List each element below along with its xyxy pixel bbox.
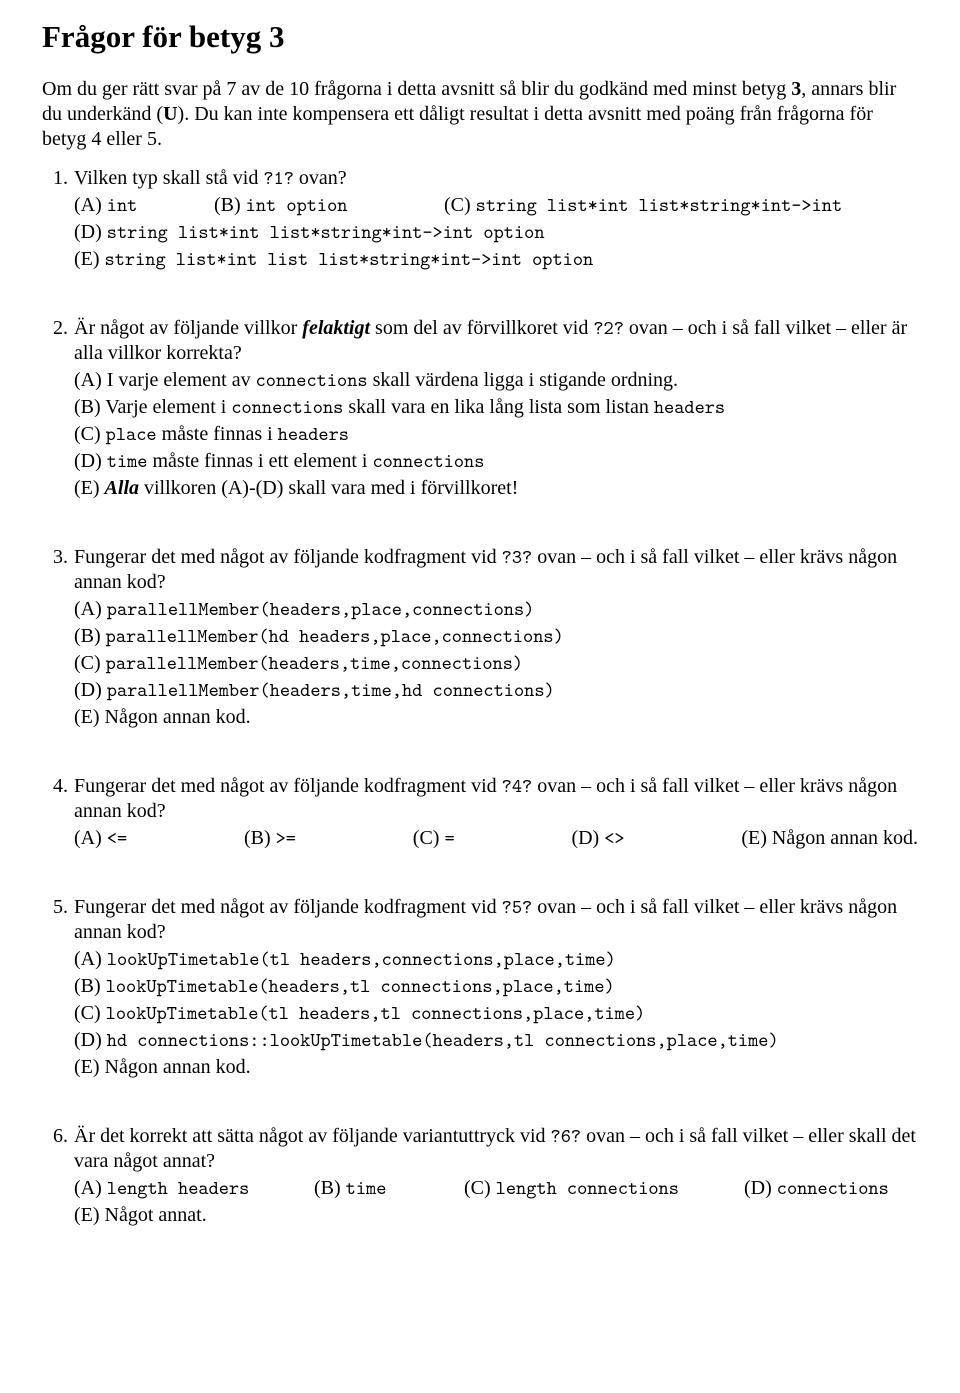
q4-opt-d-code: <> [604,825,624,851]
q2-opt-d-code2: connections [372,448,484,474]
q1-placeholder: ?1? [263,165,294,191]
q1-opt-b-code: int option [246,192,348,218]
q6-opt-c-code: length connections [496,1175,679,1201]
q5-opt-c-label: (C) [74,1002,106,1024]
q3-opt-c-label: (C) [74,652,106,674]
q2-opt-c: måste finnas i [157,423,278,445]
q2-opt-b: (B) Varje element i [74,396,231,418]
q2-emph: felaktigt [302,317,370,339]
q2-text: Är något av följande villkor [74,317,302,339]
q3-opt-c-code: parallellMember(headers,time,connections… [106,650,523,676]
q1-opt-d-code: string list*int list*string*int->int opt… [107,219,545,245]
q6-opt-a-label: (A) [74,1177,107,1199]
q6-opt-e: (E) Något annat. [74,1203,918,1228]
q3-opt-b-label: (B) [74,625,106,647]
question-4: 4. Fungerar det med något av följande ko… [42,774,918,851]
q5-opt-d-label: (D) [74,1029,107,1051]
qnum: 5. [42,895,74,920]
q3-opt-e: (E) Någon annan kod. [74,705,918,730]
qnum: 1. [42,166,74,191]
intro-bold-3: 3 [791,78,801,100]
q6-opt-c-label: (C) [464,1177,496,1199]
q3-opt-d-label: (D) [74,679,107,701]
intro-text: Om du ger rätt svar på 7 av de 10 frågor… [42,78,791,100]
q6-opt-a-code: length headers [107,1175,250,1201]
q2-opt-d: (D) [74,450,107,472]
question-1: 1. Vilken typ skall stå vid ?1? ovan? (A… [42,166,918,272]
q3-opt-a-code: parallellMember(headers,place,connection… [107,596,535,622]
intro-bold-u: U [163,103,177,125]
q4-opt-c-code: = [444,825,454,851]
q2-opt-c: (C) [74,423,106,445]
q2-opt-b: skall vara en lika lång lista som listan [343,396,654,418]
q2-opt-e: (E) [74,477,105,499]
q1-opt-c-code: string list*int list*string*int->int [476,192,842,218]
q6-opt-d-label: (D) [744,1177,777,1199]
q2-opt-b-code: connections [231,394,343,420]
q2-opt-e-emph: Alla [105,477,139,499]
q2-opt-a: (A) I varje element av [74,369,256,391]
q5-opt-e: (E) Någon annan kod. [74,1055,918,1080]
q4-opt-c-label: (C) [413,827,445,849]
q5-opt-b-label: (B) [74,975,106,997]
q5-opt-a-code: lookUpTimetable(tl headers,connections,p… [107,946,616,972]
qnum: 4. [42,774,74,799]
qnum: 6. [42,1124,74,1149]
q2-opt-d-code: time [107,448,148,474]
q3-placeholder: ?3? [502,544,533,570]
q3-opt-d-code: parallellMember(headers,time,hd connecti… [107,677,555,703]
q6-opt-d-code: connections [777,1175,889,1201]
q4-opt-e: (E) Någon annan kod. [741,826,918,851]
qnum: 3. [42,545,74,570]
q1-text: Vilken typ skall stå vid [74,167,263,189]
q2-opt-d: måste finnas i ett element i [148,450,373,472]
q5-placeholder: ?5? [502,894,533,920]
q5-opt-a-label: (A) [74,948,107,970]
q1-opt-a-code: int [107,192,138,218]
q5-opt-d-code: hd connections::lookUpTimetable(headers,… [107,1027,779,1053]
q2-opt-b-code2: headers [654,394,725,420]
q3-opt-a-label: (A) [74,598,107,620]
q4-opt-b-code: >= [276,825,296,851]
question-2: 2. Är något av följande villkor felaktig… [42,316,918,501]
question-5: 5. Fungerar det med något av följande ko… [42,895,918,1080]
q2-text: som del av förvillkoret vid [370,317,593,339]
q6-placeholder: ?6? [551,1123,582,1149]
q4-opt-a-code: <= [107,825,127,851]
q1-opt-c-label: (C) [444,194,476,216]
question-6: 6. Är det korrekt att sätta något av föl… [42,1124,918,1228]
q5-opt-b-code: lookUpTimetable(headers,tl connections,p… [106,973,615,999]
q6-text: Är det korrekt att sätta något av följan… [74,1125,551,1147]
q1-opt-d-label: (D) [74,221,107,243]
q1-text: ovan? [294,167,347,189]
q2-placeholder: ?2? [593,315,624,341]
q4-opt-a-label: (A) [74,827,107,849]
q1-opt-e-code: string list*int list list*string*int->in… [105,246,594,272]
page-title: Frågor för betyg 3 [42,18,918,57]
q3-opt-b-code: parallellMember(hd headers,place,connect… [106,623,564,649]
q4-placeholder: ?4? [502,773,533,799]
q3-text: Fungerar det med något av följande kodfr… [74,546,502,568]
q4-text: Fungerar det med något av följande kodfr… [74,775,502,797]
q6-opt-b-code: time [346,1175,387,1201]
q1-opt-e-label: (E) [74,248,105,270]
q6-opt-b-label: (B) [314,1177,346,1199]
q2-opt-e: villkoren (A)-(D) skall vara med i förvi… [139,477,518,499]
q1-opt-b-label: (B) [214,194,246,216]
q5-text: Fungerar det med något av följande kodfr… [74,896,502,918]
q2-opt-a: skall värdena ligga i stigande ordning. [368,369,678,391]
q1-opt-a-label: (A) [74,194,107,216]
q5-opt-c-code: lookUpTimetable(tl headers,tl connection… [106,1000,646,1026]
question-3: 3. Fungerar det med något av följande ko… [42,545,918,730]
q2-opt-c-code: place [106,421,157,447]
q4-opt-b-label: (B) [244,827,276,849]
qnum: 2. [42,316,74,341]
q4-opt-d-label: (D) [571,827,604,849]
q2-opt-a-code: connections [256,367,368,393]
intro-paragraph: Om du ger rätt svar på 7 av de 10 frågor… [42,77,918,152]
q2-opt-c-code2: headers [278,421,349,447]
